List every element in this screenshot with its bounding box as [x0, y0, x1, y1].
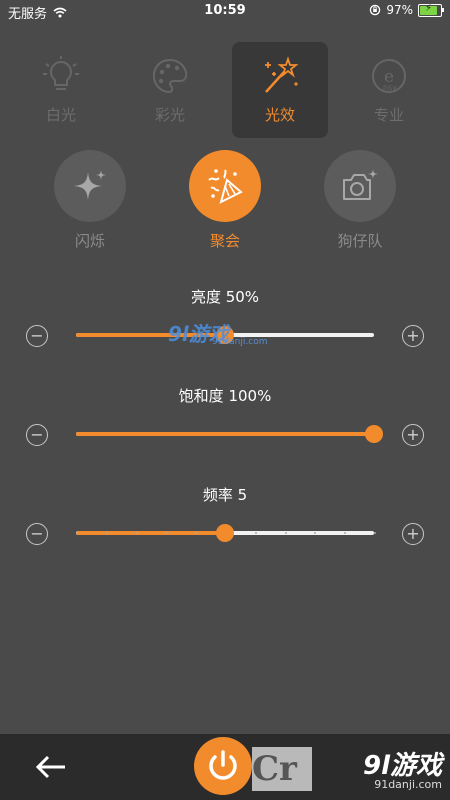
sparkle-icon — [74, 170, 106, 200]
back-arrow-icon[interactable] — [34, 752, 68, 782]
status-right: 97% ⚡ — [369, 3, 444, 17]
palette-icon — [152, 58, 188, 94]
camera-icon — [343, 169, 378, 200]
slider-tick — [76, 532, 78, 534]
effect-label: 聚会 — [209, 232, 240, 250]
status-bar: 无服务 10:59 97% ⚡ — [0, 0, 450, 24]
tab-professional[interactable]: e nsy 专业 — [341, 42, 437, 138]
orientation-lock-icon — [370, 4, 381, 16]
mode-tabs: 白光 彩光 光效 e nsy 专业 — [0, 42, 450, 138]
watermark-cr-logo: Cr — [252, 747, 312, 791]
tab-label: 光效 — [264, 106, 295, 124]
slider-tick — [284, 532, 287, 534]
tab-light-effects[interactable]: 光效 — [232, 42, 328, 138]
slider-tick — [374, 532, 376, 534]
brightness-decrease-button[interactable]: − — [26, 325, 48, 347]
brightness-title: 亮度 50% — [190, 288, 260, 306]
tab-label: 彩光 — [154, 106, 185, 124]
saturation-slider[interactable] — [76, 425, 383, 443]
svg-text:nsy: nsy — [383, 83, 397, 92]
frequency-slider[interactable] — [76, 524, 376, 542]
saturation-slider-block: 饱和度 100% − + — [0, 385, 450, 450]
party-popper-icon — [208, 169, 243, 204]
frequency-decrease-button[interactable]: − — [26, 523, 48, 545]
saturation-decrease-button[interactable]: − — [26, 424, 48, 446]
slider-thumb[interactable] — [216, 524, 234, 542]
pro-logo-icon: e nsy — [372, 59, 406, 93]
tab-color-light[interactable]: 彩光 — [122, 42, 218, 138]
effect-paparazzi[interactable]: 狗仔队 — [305, 150, 415, 251]
tab-label: 专业 — [373, 106, 404, 124]
effect-flash[interactable]: 闪烁 — [35, 150, 145, 251]
slider-tick — [254, 532, 257, 534]
slider-tick — [105, 532, 108, 534]
battery-percent: 97% — [386, 3, 413, 17]
frequency-slider-block: 频率 5 − + — [0, 484, 450, 549]
slider-thumb[interactable] — [365, 425, 383, 443]
bulb-icon — [43, 56, 79, 90]
tab-white-light[interactable]: 白光 — [13, 42, 109, 138]
slider-tick — [344, 532, 347, 534]
brand-name: 9l游戏 — [362, 751, 442, 781]
saturation-title: 饱和度 100% — [178, 387, 272, 405]
effect-options: 闪烁 聚会 狗仔队 — [0, 150, 450, 260]
magic-wand-icon — [265, 56, 299, 93]
saturation-increase-button[interactable]: + — [402, 424, 424, 446]
power-button[interactable] — [194, 737, 252, 795]
slider-tick — [314, 532, 317, 534]
frequency-increase-button[interactable]: + — [402, 523, 424, 545]
watermark-logo: 9l游戏 91danji.com — [168, 318, 267, 348]
watermark-url: 91danji.com — [212, 337, 268, 347]
effect-label: 闪烁 — [74, 232, 105, 250]
effect-button[interactable] — [324, 150, 396, 222]
brand-watermark: 9l游戏 91danji.com — [363, 745, 442, 791]
tab-label: 白光 — [45, 106, 76, 124]
slider-fill — [76, 432, 374, 436]
slider-tick — [135, 532, 138, 534]
brightness-increase-button[interactable]: + — [402, 325, 424, 347]
effect-button[interactable] — [189, 150, 261, 222]
effect-party[interactable]: 聚会 — [170, 150, 280, 251]
frequency-title: 频率 5 — [202, 486, 248, 504]
effect-button[interactable] — [54, 150, 126, 222]
battery-icon: ⚡ — [418, 3, 444, 17]
brand-url: 91danji.com — [374, 778, 442, 791]
effect-label: 狗仔队 — [337, 232, 383, 250]
slider-fill — [76, 531, 225, 535]
power-icon — [209, 750, 237, 780]
